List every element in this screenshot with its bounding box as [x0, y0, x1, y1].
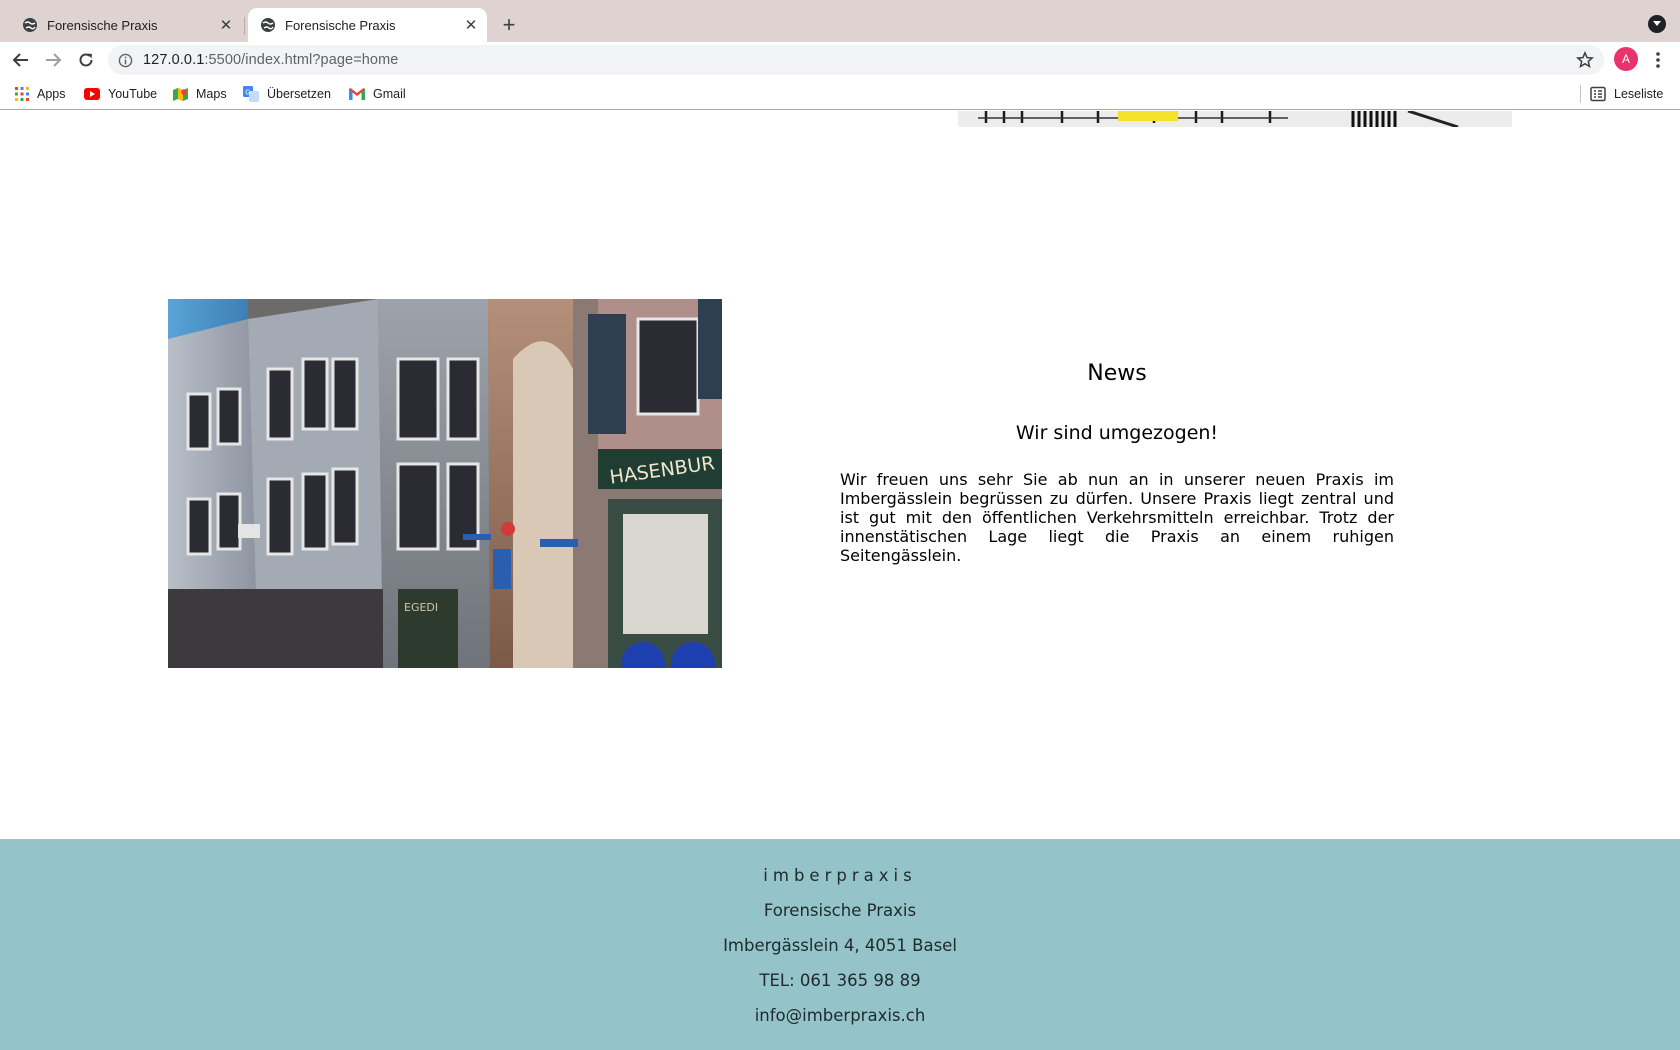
bookmark-youtube[interactable]: YouTube	[84, 84, 157, 104]
globe-icon	[22, 17, 38, 33]
kebab-menu-icon[interactable]	[1648, 48, 1668, 72]
youtube-icon	[84, 88, 100, 100]
page-viewport: HASENBUR EGEDI News Wir sind umgezogen! …	[0, 111, 1680, 1050]
reload-icon[interactable]	[71, 45, 101, 75]
maps-icon	[173, 87, 188, 102]
bookmark-translate[interactable]: G Übersetzen	[243, 84, 331, 104]
reading-list-label: Leseliste	[1614, 87, 1664, 101]
bookmark-label: Maps	[196, 87, 227, 101]
svg-text:EGEDI: EGEDI	[404, 601, 438, 614]
bookmark-label: Gmail	[373, 87, 406, 101]
close-tab-icon[interactable]: ✕	[218, 17, 234, 34]
tab-strip: Forensische Praxis ✕ Forensische Praxis …	[0, 0, 1680, 42]
translate-icon: G	[243, 86, 259, 102]
footer-practice-name: Forensische Praxis	[763, 901, 917, 920]
address-bar[interactable]: 127.0.0.1:5500/index.html?page=home	[108, 45, 1604, 75]
reading-list-icon	[1590, 86, 1606, 102]
back-arrow-icon[interactable]	[6, 45, 36, 75]
gallery-photo-partial	[958, 111, 1512, 127]
new-tab-button[interactable]: +	[496, 12, 522, 38]
bookmark-gmail[interactable]: Gmail	[349, 84, 406, 104]
news-body: Wir freuen uns sehr Sie ab nun an in uns…	[840, 470, 1394, 565]
apps-grid-icon	[15, 87, 29, 101]
news-heading: News	[1087, 361, 1147, 386]
news-section: News Wir sind umgezogen! Wir freuen uns …	[840, 361, 1394, 565]
footer-email[interactable]: info@imberpraxis.ch	[0, 1006, 1680, 1025]
info-icon[interactable]	[118, 53, 133, 68]
gmail-icon	[349, 88, 365, 100]
url-path: :5500/index.html?page=home	[204, 52, 399, 68]
reading-list-button[interactable]: Leseliste	[1590, 84, 1663, 104]
tab-inactive[interactable]: Forensische Praxis ✕	[10, 8, 242, 42]
tab-divider	[244, 17, 245, 35]
bookmarks-bar: Apps YouTube Maps G Übersetzen Gmail Les…	[0, 78, 1680, 110]
bookmarks-divider	[1580, 85, 1581, 103]
bookmark-maps[interactable]: Maps	[173, 84, 227, 104]
browser-toolbar: 127.0.0.1:5500/index.html?page=home A	[0, 42, 1680, 78]
bookmark-apps[interactable]: Apps	[15, 84, 66, 104]
bookmark-label: Übersetzen	[267, 87, 331, 101]
bookmark-star-icon[interactable]	[1576, 51, 1594, 69]
footer-phone: TEL: 061 365 98 89	[759, 971, 921, 990]
bookmark-label: YouTube	[108, 87, 158, 101]
close-tab-icon[interactable]: ✕	[463, 17, 479, 34]
tab-title: Forensische Praxis	[47, 17, 158, 33]
svg-text:G: G	[245, 90, 250, 97]
footer-address: Imbergässlein 4, 4051 Basel	[723, 936, 957, 955]
news-subheading: Wir sind umgezogen!	[1015, 422, 1219, 444]
url-host: 127.0.0.1	[143, 52, 205, 68]
tab-title: Forensische Praxis	[285, 17, 396, 33]
bookmark-label: Apps	[37, 87, 66, 101]
url-text: 127.0.0.1:5500/index.html?page=home	[143, 52, 398, 68]
globe-icon	[260, 17, 276, 33]
forward-arrow-icon[interactable]	[38, 45, 68, 75]
street-photo: HASENBUR EGEDI	[168, 299, 722, 668]
tab-active[interactable]: Forensische Praxis ✕	[248, 8, 487, 42]
profile-avatar[interactable]: A	[1614, 47, 1638, 71]
footer-brand: imberpraxis	[763, 866, 917, 885]
tab-search-icon[interactable]	[1648, 15, 1666, 33]
site-footer: imberpraxis Forensische Praxis Imbergäss…	[0, 839, 1680, 1050]
